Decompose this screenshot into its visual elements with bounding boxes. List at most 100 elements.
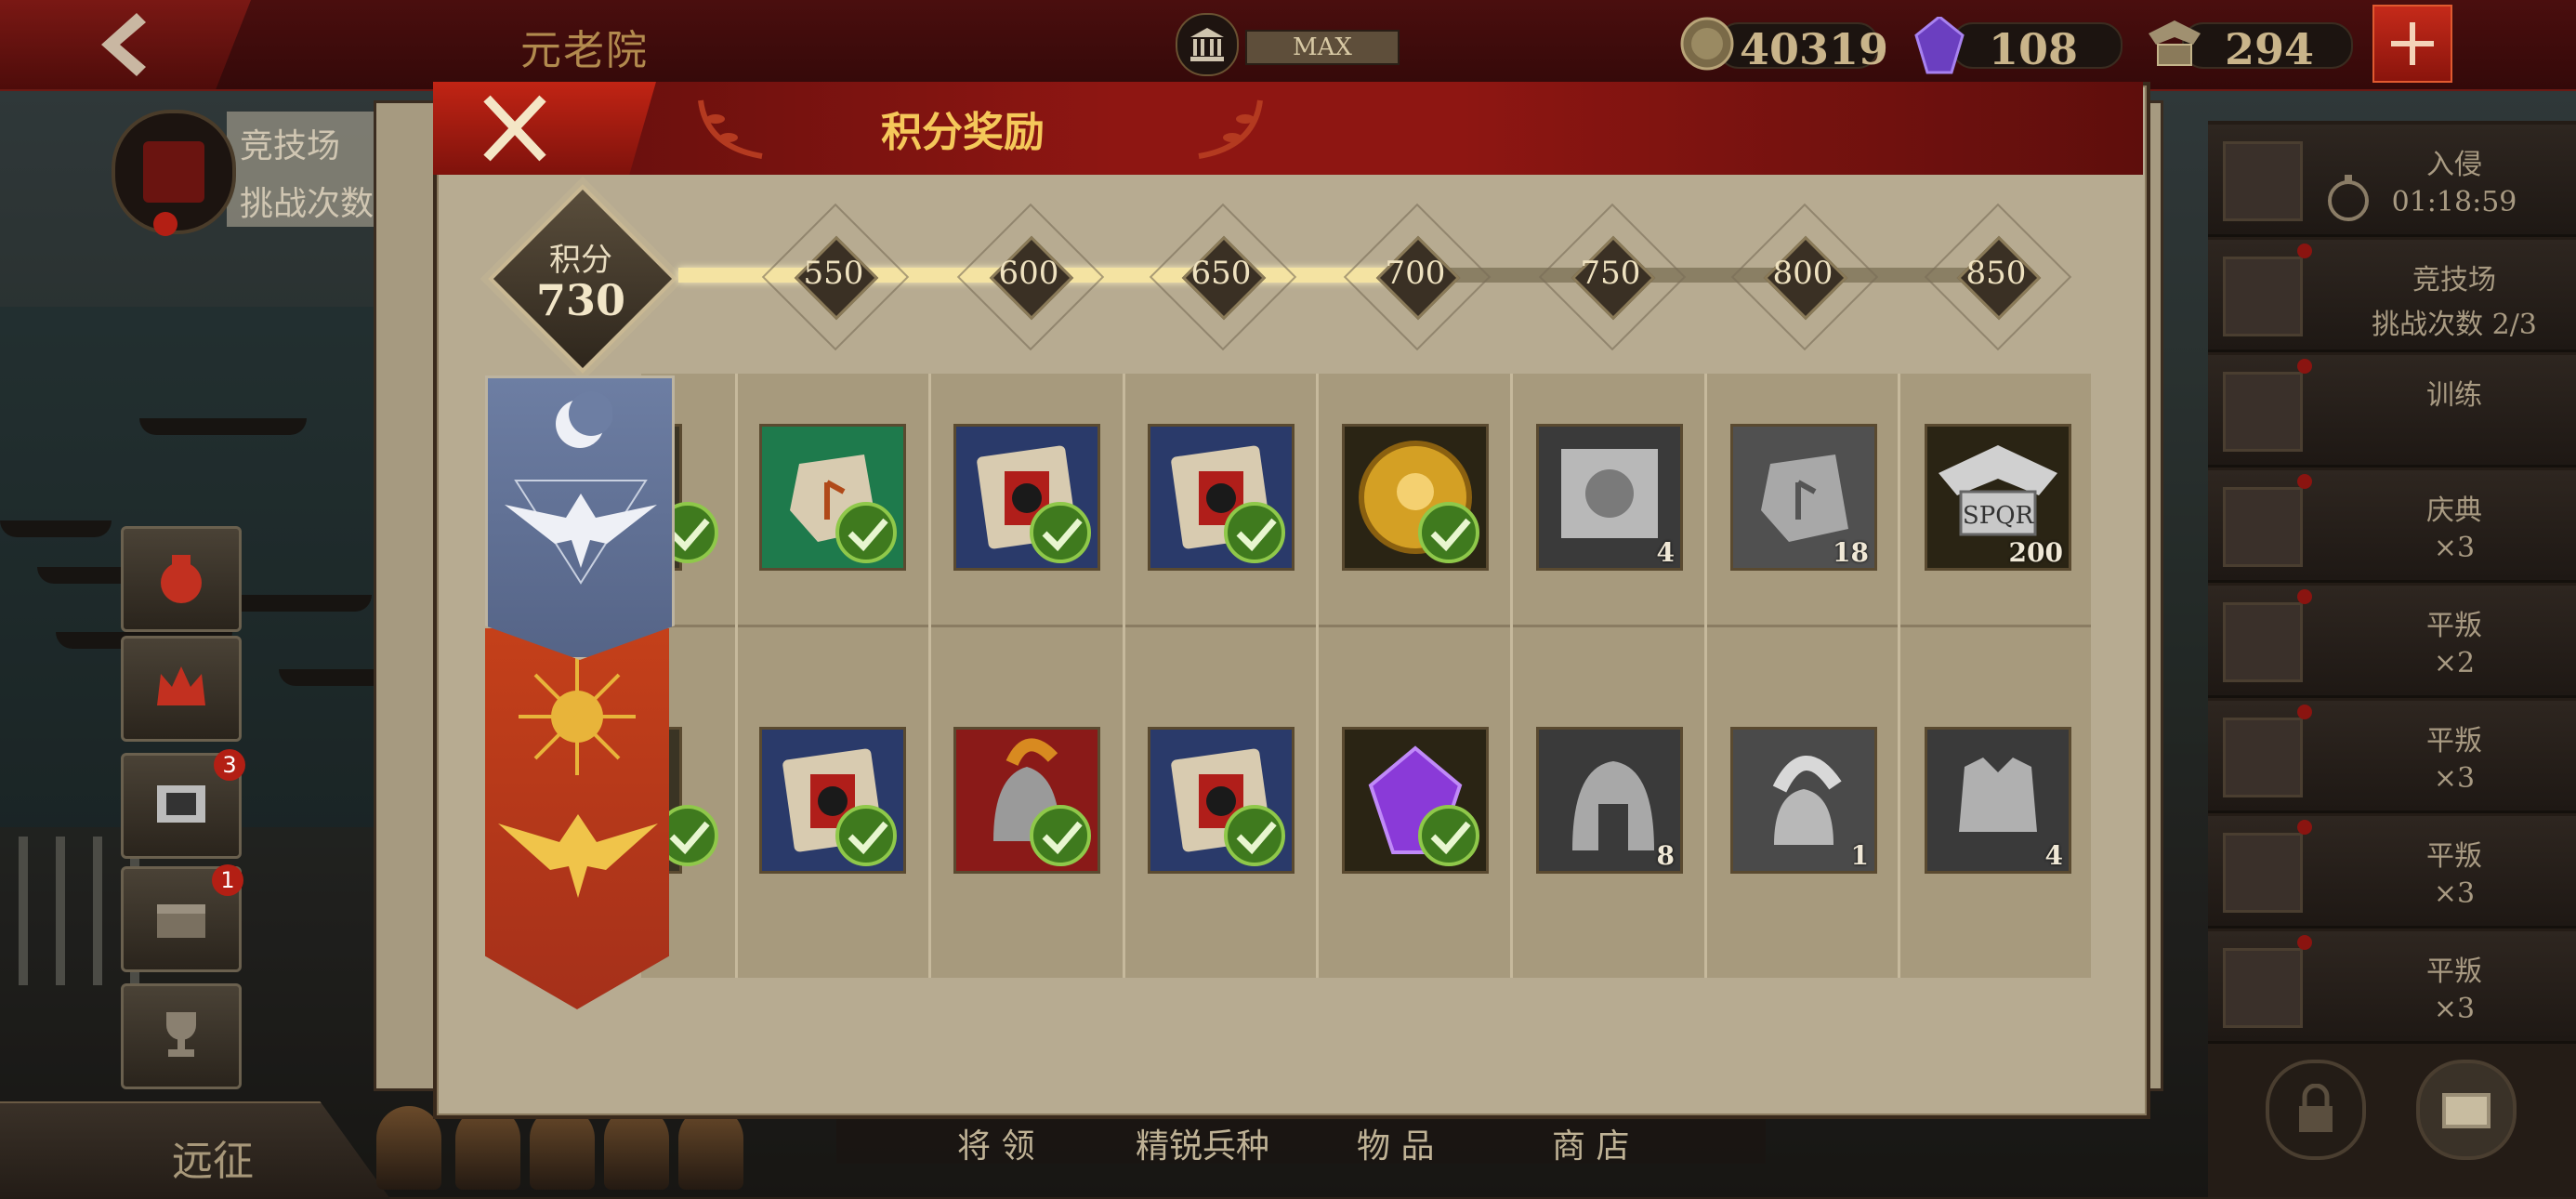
page-title: 元老院	[520, 27, 649, 74]
bottom-nav: 将 领 精锐兵种 物 品 商 店	[836, 1113, 1766, 1167]
close-button[interactable]	[433, 82, 656, 175]
map-scroll-reward[interactable]: 4	[1536, 424, 1683, 571]
event-training[interactable]: 训练	[2208, 355, 2576, 468]
event-rebellion[interactable]: 平叛 ×3	[2208, 931, 2576, 1044]
column-divider	[928, 374, 931, 978]
lock-button[interactable]	[2266, 1060, 2366, 1160]
film-icon	[157, 785, 205, 823]
add-resource-button[interactable]	[2372, 5, 2452, 83]
spartan-helmet-reward[interactable]: 8	[1536, 727, 1683, 874]
helmet-icon	[2223, 372, 2303, 452]
red-faction-banner	[485, 628, 669, 1009]
event-count: ×3	[2433, 762, 2476, 795]
column-divider	[1704, 374, 1707, 978]
treasure-chest-icon	[157, 904, 205, 938]
money-bag-icon	[161, 555, 202, 603]
resource-bag-button[interactable]	[121, 526, 242, 632]
gem-value: 108	[1989, 24, 2079, 74]
milestone-label: 700	[1385, 255, 1446, 292]
event-count: ×3	[2433, 993, 2476, 1025]
gladiator-mask-icon	[2223, 948, 2303, 1028]
arena-label: 竞技场	[240, 127, 341, 165]
reward-count: 1	[1850, 840, 1869, 871]
claimed-check-icon	[835, 805, 897, 866]
column-divider	[1510, 374, 1513, 978]
temple-icon	[2223, 487, 2303, 567]
tab-shop[interactable]: 商 店	[1552, 1119, 1629, 1167]
close-icon	[483, 95, 546, 162]
crown-button[interactable]	[121, 636, 242, 742]
milestone-label: 600	[998, 255, 1059, 292]
crossed-spears-icon	[2223, 141, 2303, 221]
column-divider	[1898, 374, 1900, 978]
tab-items[interactable]: 物 品	[1357, 1119, 1434, 1167]
crown-icon	[157, 666, 205, 705]
book-button[interactable]	[2416, 1060, 2517, 1160]
purple-gem-icon	[1914, 17, 1965, 74]
reward-count: 4	[2044, 840, 2063, 871]
trophy-button[interactable]	[121, 983, 242, 1089]
claimed-check-icon	[1030, 805, 1091, 866]
event-title: 平叛	[2426, 955, 2482, 988]
gold-coin-icon	[1680, 17, 1734, 71]
chest-badge: 1	[212, 864, 243, 896]
expedition-label: 远征	[172, 1138, 254, 1185]
spqr-eagle-reward[interactable]: SPQR 200	[1925, 424, 2071, 571]
reward-count: 8	[1656, 840, 1675, 871]
notification-dot	[2297, 589, 2312, 604]
gold-resource[interactable]: 40319	[1680, 17, 1889, 74]
notification-dot	[2297, 820, 2312, 835]
trophy-icon	[166, 1012, 196, 1057]
event-attempts: 挑战次数 2/3	[2372, 309, 2537, 341]
gold-value: 40319	[1740, 24, 1889, 74]
event-title: 平叛	[2426, 610, 2482, 642]
gladiator-mask-icon	[2223, 718, 2303, 797]
event-title: 训练	[2426, 379, 2482, 412]
event-celebration[interactable]: 庆典 ×3	[2208, 470, 2576, 583]
hero-portrait[interactable]	[376, 1106, 441, 1190]
sun-emblem-icon	[519, 658, 636, 775]
back-arrow-icon	[101, 13, 146, 76]
claimed-check-icon	[1224, 502, 1285, 563]
claimed-check-icon	[1418, 805, 1479, 866]
event-timer: 01:18:59	[2391, 186, 2517, 218]
claimed-check-icon	[1224, 805, 1285, 866]
arena-sub-label: 挑战次数	[240, 185, 375, 223]
event-rebellion[interactable]: 平叛 ×2	[2208, 586, 2576, 698]
event-rebellion[interactable]: 平叛 ×3	[2208, 701, 2576, 813]
crossed-swords-icon	[2223, 257, 2303, 336]
gladiator-mask-icon	[2223, 833, 2303, 913]
column-divider	[1316, 374, 1319, 978]
tab-generals[interactable]: 将 领	[957, 1119, 1034, 1167]
notification-dot	[2297, 474, 2312, 489]
notification-dot	[2297, 244, 2312, 258]
claimed-check-icon	[835, 502, 897, 563]
gem-resource[interactable]: 108	[1914, 17, 2123, 74]
spqr-resource[interactable]: 294	[2145, 17, 2353, 74]
notification-dot	[2297, 705, 2312, 719]
reward-count: 18	[1833, 537, 1869, 568]
spqr-eagle-icon	[2149, 20, 2201, 66]
event-invasion[interactable]: 入侵 01:18:59	[2208, 125, 2576, 237]
armor-reward[interactable]: 4	[1925, 727, 2071, 874]
notification-dot	[2297, 935, 2312, 950]
event-title: 平叛	[2426, 725, 2482, 758]
event-rebellion[interactable]: 平叛 ×3	[2208, 816, 2576, 929]
event-arena[interactable]: 竞技场 挑战次数 2/3	[2208, 240, 2576, 352]
event-count: ×3	[2433, 877, 2476, 910]
points-value: 730	[535, 275, 626, 325]
claimed-check-icon	[1030, 502, 1091, 563]
back-button[interactable]	[0, 0, 251, 89]
white-eagle-icon	[505, 480, 657, 585]
milestone-label: 850	[1965, 255, 2027, 292]
claimed-check-icon	[1418, 502, 1479, 563]
milestone-label: 650	[1190, 255, 1252, 292]
points-label: 积分	[549, 242, 612, 279]
milestone-label: 750	[1580, 255, 1641, 292]
rune-stone-reward[interactable]: 18	[1730, 424, 1877, 571]
plumed-helmet-reward[interactable]: 1	[1730, 727, 1877, 874]
video-badge: 3	[214, 749, 245, 781]
notification-dot	[2297, 359, 2312, 374]
milestone-label: 550	[803, 255, 864, 292]
tab-elite-troops[interactable]: 精锐兵种	[1136, 1119, 1269, 1167]
